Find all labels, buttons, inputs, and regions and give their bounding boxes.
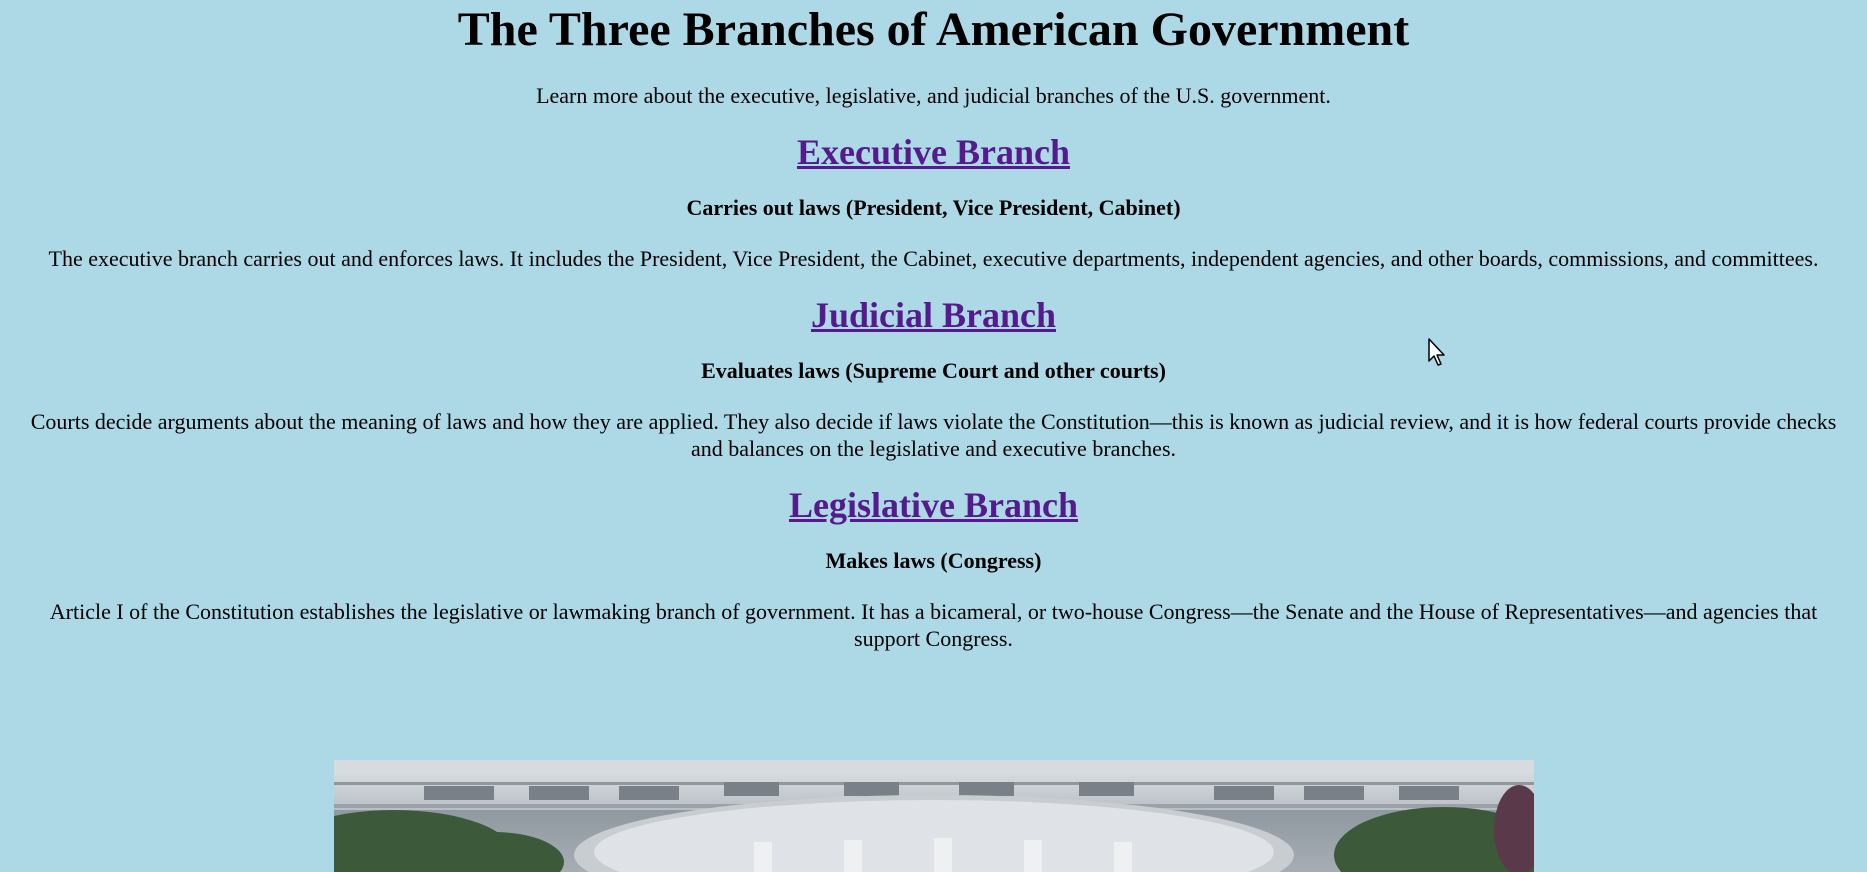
mouse-pointer-icon [1428, 338, 1450, 368]
executive-branch-link[interactable]: Executive Branch [797, 132, 1070, 172]
branch-subtitle: Makes laws (Congress) [825, 548, 1042, 573]
branch-description: Article I of the Constitution establishe… [49, 599, 1818, 651]
judicial-branch-link[interactable]: Judicial Branch [811, 295, 1056, 335]
branch-judicial: Judicial Branch Evaluates laws (Supreme … [0, 294, 1867, 462]
branch-subtitle: Carries out laws (President, Vice Presid… [686, 195, 1181, 220]
branch-subtitle: Evaluates laws (Supreme Court and other … [701, 358, 1166, 383]
branch-heading: Legislative Branch [0, 484, 1867, 526]
page-content: The Three Branches of American Governmen… [0, 0, 1867, 652]
branch-heading: Judicial Branch [0, 294, 1867, 336]
branch-legislative: Legislative Branch Makes laws (Congress)… [0, 484, 1867, 652]
legislative-branch-link[interactable]: Legislative Branch [789, 485, 1078, 525]
branch-description: Courts decide arguments about the meanin… [30, 409, 1837, 461]
white-house-image [334, 760, 1534, 872]
page-title: The Three Branches of American Governmen… [457, 3, 1410, 56]
page-intro: Learn more about the executive, legislat… [536, 83, 1331, 108]
branch-description: The executive branch carries out and enf… [48, 246, 1819, 271]
branch-executive: Executive Branch Carries out laws (Presi… [0, 131, 1867, 272]
branch-heading: Executive Branch [0, 131, 1867, 173]
